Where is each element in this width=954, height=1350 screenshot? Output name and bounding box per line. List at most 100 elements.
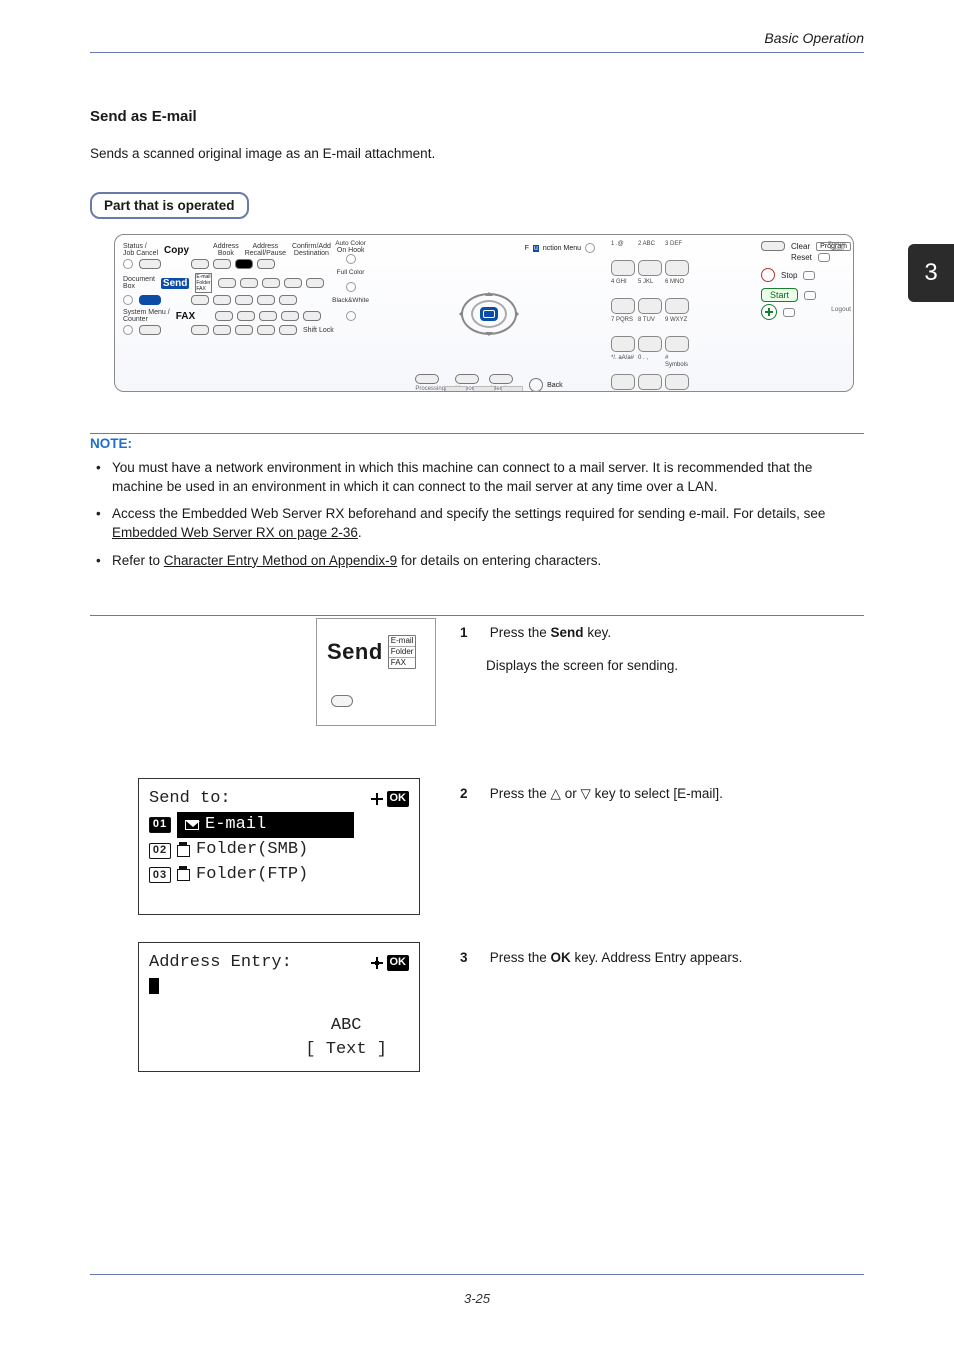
ok-badge: OK bbox=[387, 791, 410, 807]
clear-key[interactable] bbox=[761, 241, 785, 251]
reset-key[interactable] bbox=[803, 271, 815, 280]
fmenu-highlight: u bbox=[533, 245, 539, 252]
lcd1-row-email[interactable]: E-mail bbox=[177, 812, 354, 839]
color-mode-col: Auto Color Full Color Black&White bbox=[332, 241, 369, 321]
envelope-icon bbox=[185, 820, 199, 830]
folder-ftp-icon bbox=[177, 869, 190, 881]
up-triangle-icon: △ bbox=[551, 786, 561, 801]
step2-num: 2 bbox=[460, 786, 478, 801]
send-opts: E-mail Folder FAX bbox=[195, 273, 211, 293]
note-rule-bot bbox=[90, 615, 864, 616]
step1-num: 1 bbox=[460, 625, 478, 640]
key-7[interactable] bbox=[611, 336, 635, 352]
lcd1-ok-indicator: OK bbox=[371, 791, 410, 807]
key-star[interactable] bbox=[611, 374, 635, 390]
onetouch-row-3[interactable] bbox=[215, 311, 321, 321]
send-opt-fax: FAX bbox=[196, 286, 210, 292]
lcd1-num-02: 02 bbox=[149, 843, 171, 859]
system-led-icon bbox=[123, 325, 133, 335]
onetouch-row-4[interactable] bbox=[191, 325, 297, 335]
note-rule-top bbox=[90, 433, 864, 434]
dpad-right-icon[interactable] bbox=[515, 310, 523, 318]
copy-key[interactable] bbox=[139, 259, 161, 269]
bw-led-icon bbox=[346, 311, 356, 321]
key-3-label: 3 DEF bbox=[665, 241, 689, 257]
start-label: Start bbox=[761, 288, 798, 302]
note-list: You must have a network environment in w… bbox=[90, 458, 864, 578]
key-6[interactable] bbox=[665, 298, 689, 314]
panel-right: 1 .@ 2 ABC 3 DEF 4 GHI 5 JKL 6 MNO 7 PQR… bbox=[603, 235, 853, 392]
onetouch-row-2[interactable] bbox=[191, 295, 297, 305]
key-4[interactable] bbox=[611, 298, 635, 314]
step3-c: key. Address Entry appears. bbox=[571, 950, 743, 965]
numeric-keypad[interactable]: 1 .@ 2 ABC 3 DEF 4 GHI 5 JKL 6 MNO 7 PQR… bbox=[611, 241, 755, 390]
step2-a: Press the bbox=[490, 786, 551, 801]
logout-label: Logout bbox=[831, 306, 851, 313]
start-key[interactable] bbox=[761, 304, 777, 320]
program-key[interactable] bbox=[818, 253, 830, 262]
docbox-label: Document Box bbox=[123, 276, 155, 290]
confirm-label: Confirm/Add Destination bbox=[292, 243, 331, 257]
step1-c: key. bbox=[584, 625, 612, 640]
key-5[interactable] bbox=[638, 298, 662, 314]
attention-led-icon bbox=[489, 374, 513, 384]
processing-led-icon bbox=[415, 374, 439, 384]
addrbook-label: Address Book bbox=[213, 243, 239, 257]
fax-key-label: FAX bbox=[176, 311, 195, 322]
send-key-led-icon bbox=[331, 695, 353, 707]
key-0-label: 0 . , bbox=[638, 355, 662, 371]
back-key[interactable]: Back bbox=[529, 378, 563, 392]
top-buttons[interactable] bbox=[191, 259, 275, 269]
lcd1-ftp-label[interactable]: Folder(FTP) bbox=[196, 863, 308, 888]
dpad-icon bbox=[371, 793, 383, 805]
dpad-up-icon[interactable] bbox=[485, 288, 493, 296]
fmenu-pre: F bbox=[525, 245, 529, 252]
send-key[interactable] bbox=[139, 295, 161, 305]
lcd-address-entry: Address Entry: OK ABC [ Text ] bbox=[138, 942, 420, 1072]
function-menu-label: Function Menu bbox=[525, 243, 595, 253]
key-7-label: 7 PQRS bbox=[611, 317, 635, 333]
note-heading: NOTE: bbox=[90, 436, 132, 451]
send-key-opts: E-mail Folder FAX bbox=[388, 635, 417, 669]
dpad[interactable] bbox=[457, 290, 521, 338]
note3-text-a: Refer to bbox=[112, 553, 164, 568]
note3-link[interactable]: Character Entry Method on Appendix-9 bbox=[164, 553, 397, 568]
key-1[interactable] bbox=[611, 260, 635, 276]
dpad-down-icon[interactable] bbox=[485, 332, 493, 340]
key-8[interactable] bbox=[638, 336, 662, 352]
text-cursor-icon bbox=[149, 978, 159, 994]
step3-a: Press the bbox=[490, 950, 551, 965]
step-3: 3 Press the OK key. Address Entry appear… bbox=[460, 950, 864, 965]
key-6-label: 6 MNO bbox=[665, 279, 689, 295]
lcd1-smb-label[interactable]: Folder(SMB) bbox=[196, 838, 308, 863]
memory-led-icon bbox=[455, 374, 479, 384]
logout-key[interactable] bbox=[783, 308, 795, 317]
note2-text-b: . bbox=[358, 525, 362, 540]
stop-key[interactable] bbox=[804, 291, 816, 300]
key-hash-label: # Symbols bbox=[665, 355, 689, 371]
lcd2-softkey-text[interactable]: [ Text ] bbox=[305, 1038, 387, 1063]
ok-center-key[interactable] bbox=[480, 307, 498, 321]
chapter-number: 3 bbox=[924, 259, 937, 287]
key-3[interactable] bbox=[665, 260, 689, 276]
key-1-label: 1 .@ bbox=[611, 241, 635, 257]
shift-label: Shift Lock bbox=[303, 327, 334, 334]
key-hash[interactable] bbox=[665, 374, 689, 390]
step2-b: or bbox=[561, 786, 581, 801]
key-9[interactable] bbox=[665, 336, 689, 352]
key-0[interactable] bbox=[638, 374, 662, 390]
key-2[interactable] bbox=[638, 260, 662, 276]
lcd2-ok-indicator: OK bbox=[371, 955, 410, 971]
fax-key[interactable] bbox=[139, 325, 161, 335]
full-color-label: Full Color bbox=[337, 270, 365, 277]
function-menu-led-icon bbox=[585, 243, 595, 253]
key-2-label: 2 ABC bbox=[638, 241, 662, 257]
note-item-3: Refer to Character Entry Method on Appen… bbox=[90, 551, 864, 570]
stop-icon bbox=[761, 268, 775, 282]
step3-b: OK bbox=[551, 950, 571, 965]
dpad-left-icon[interactable] bbox=[455, 310, 463, 318]
section-intro: Sends a scanned original image as an E-m… bbox=[90, 146, 864, 161]
send-key-label: Send bbox=[161, 278, 189, 289]
note2-link[interactable]: Embedded Web Server RX on page 2-36 bbox=[112, 525, 358, 540]
onetouch-row-1[interactable] bbox=[218, 278, 324, 288]
